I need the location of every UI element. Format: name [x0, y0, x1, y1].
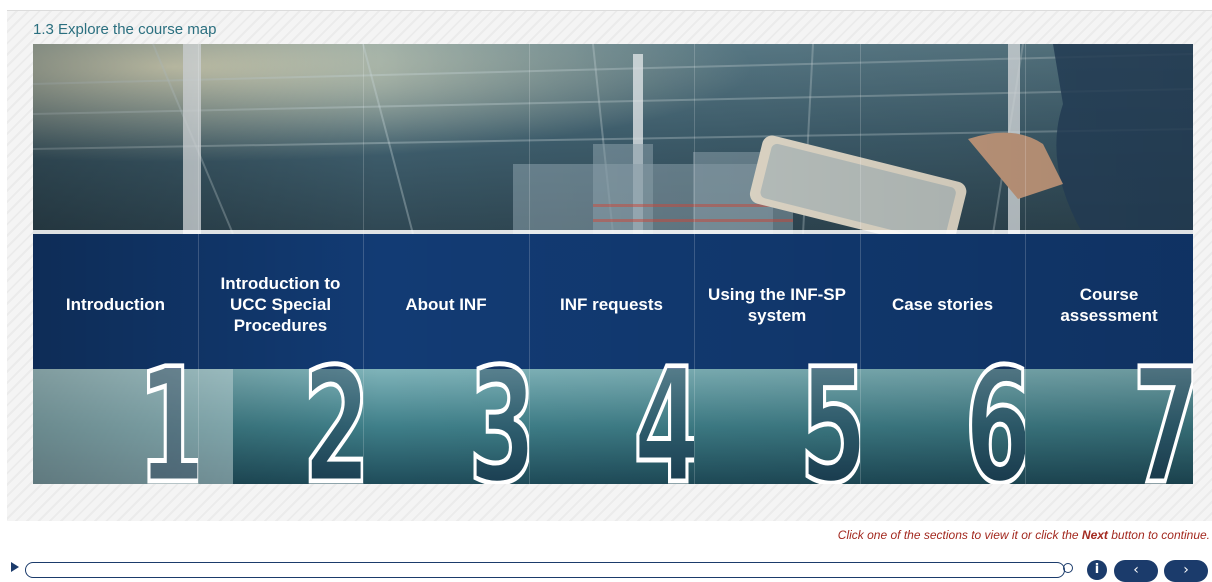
divider [198, 44, 199, 484]
next-button[interactable]: › [1164, 560, 1208, 582]
section-course-assessment[interactable]: Course assessment 7 [1025, 44, 1193, 485]
instruction-emphasis: Next [1081, 528, 1108, 542]
player-controls: i ‹ › [0, 558, 1212, 582]
section-number: 1 [136, 335, 198, 485]
section-number: 5 [798, 335, 860, 485]
seek-bar[interactable] [25, 562, 1065, 578]
volume-knob-icon[interactable] [1063, 563, 1073, 573]
divider [694, 44, 695, 484]
section-case-stories[interactable]: Case stories 6 [860, 44, 1025, 484]
divider [1025, 44, 1026, 484]
course-map: Introduction 1 Introduction to UCC Speci… [33, 44, 1193, 484]
instruction-before: Click one of the sections to view it or … [837, 528, 1082, 542]
divider [363, 44, 364, 484]
section-number: 7 [1131, 335, 1193, 485]
section-number: 6 [963, 335, 1025, 485]
section-about-inf[interactable]: About INF 3 [363, 44, 529, 484]
section-using-inf-sp[interactable]: Using the INF-SP system 5 [694, 44, 860, 485]
instruction-text: Click one of the sections to view it or … [838, 528, 1210, 542]
instruction-after: button to continue. [1107, 528, 1210, 542]
section-number: 2 [301, 335, 363, 485]
section-inf-requests[interactable]: INF requests 4 [529, 44, 694, 484]
section-introduction-to-ucc[interactable]: Introduction to UCC Special Procedures 2 [198, 44, 363, 484]
section-number: 3 [467, 335, 529, 485]
divider [860, 44, 861, 484]
prev-button[interactable]: ‹ [1114, 560, 1158, 582]
divider [529, 44, 530, 484]
section-introduction[interactable]: Introduction 1 [33, 44, 198, 484]
slide-title: 1.3 Explore the course map [33, 21, 217, 38]
info-icon[interactable]: i [1087, 560, 1107, 580]
section-number: 4 [632, 335, 694, 485]
